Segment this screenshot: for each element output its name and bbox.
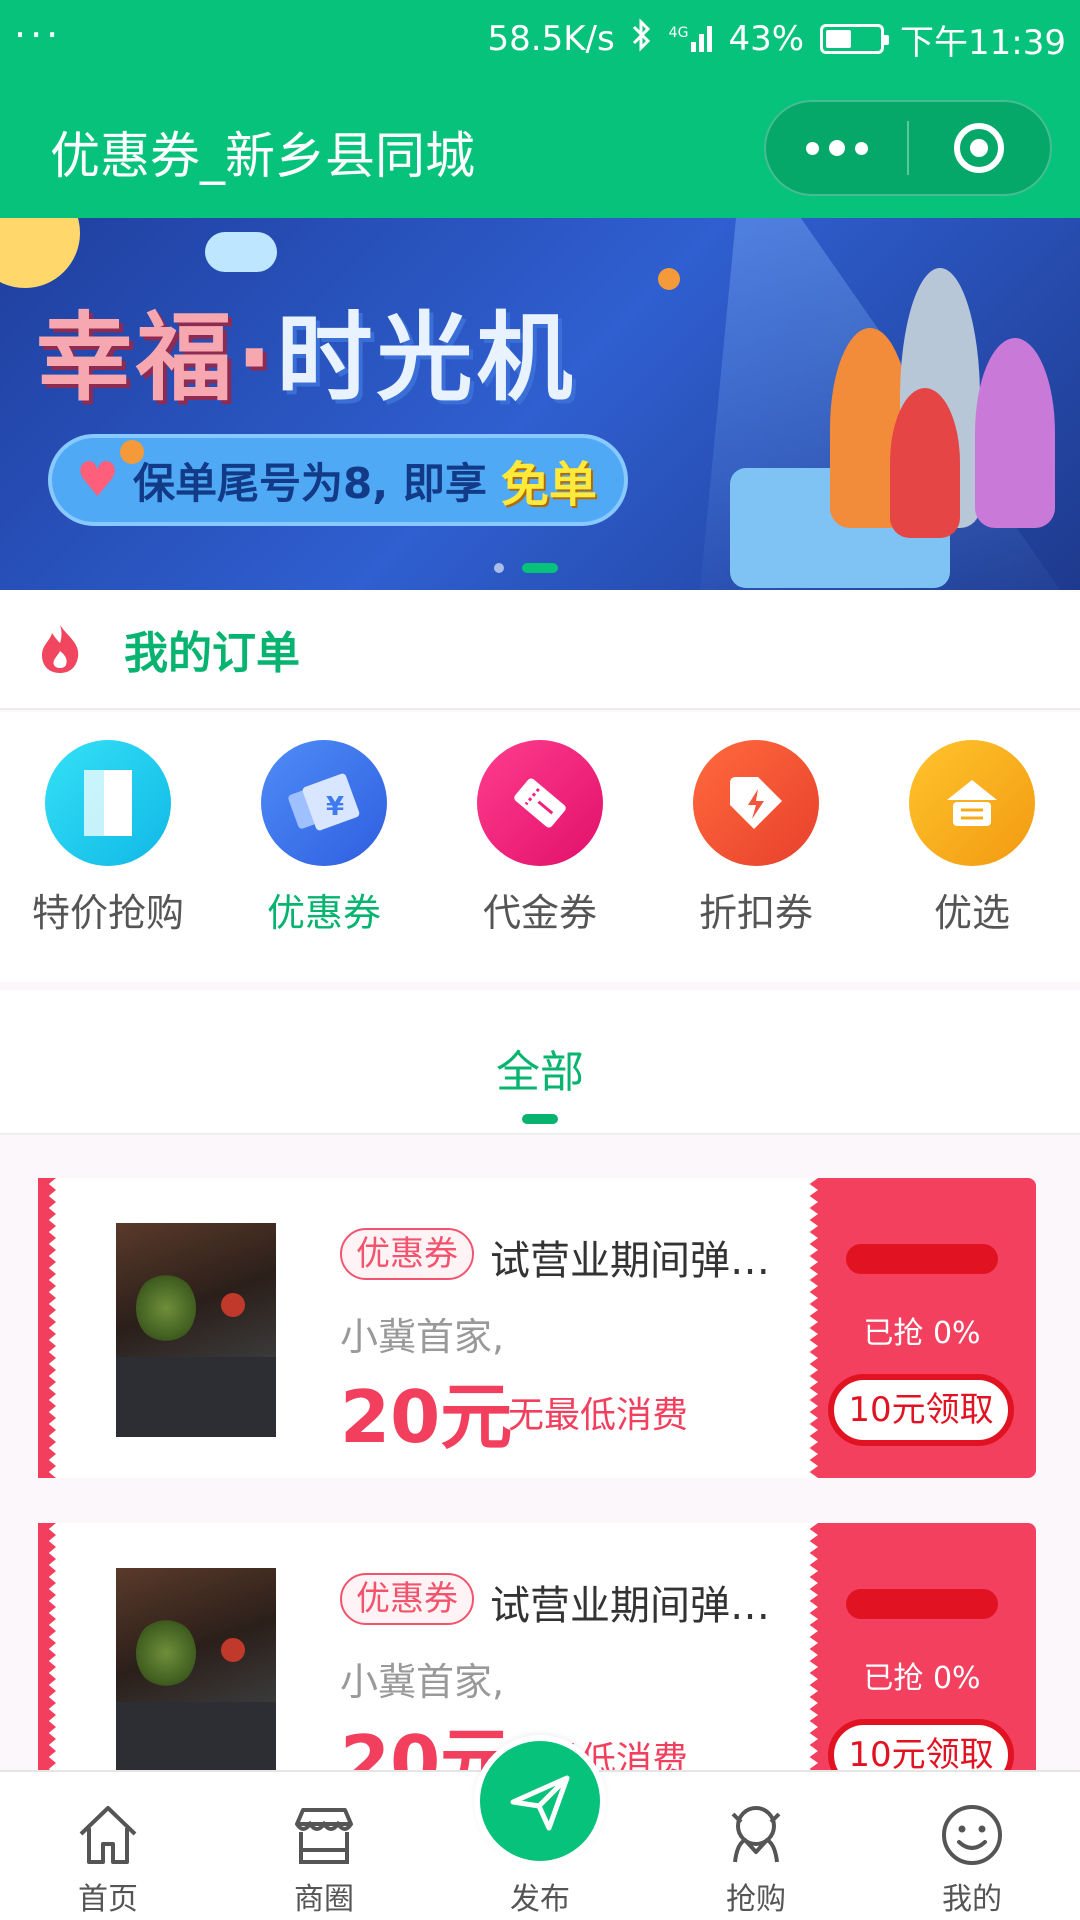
title-bar: 优惠券_新乡县同城	[0, 78, 1080, 218]
battery-level	[826, 30, 852, 48]
close-miniprogram-button[interactable]	[909, 102, 1050, 194]
promo-banner[interactable]: 幸福·时光机 ♥ 保单尾号为8, 即享 免单	[0, 218, 1080, 590]
family-illustration	[830, 258, 1060, 558]
nav-business[interactable]: 商圈	[216, 1772, 432, 1920]
more-menu-button[interactable]	[766, 102, 907, 194]
signal-icon: 4G	[669, 26, 713, 52]
banner-slogan: 保单尾号为8, 即享	[133, 458, 487, 508]
more-dot-icon	[805, 141, 819, 155]
svg-text:¥: ¥	[326, 792, 344, 822]
coupon-shop: 小冀首家,	[340, 1660, 505, 1704]
nav-home[interactable]: 首页	[0, 1772, 216, 1920]
more-dot-icon	[828, 140, 845, 156]
tab-indicator	[522, 1114, 558, 1124]
ticket-yuan-icon: ¥	[261, 740, 387, 866]
lightning-tag-icon	[693, 740, 819, 866]
category-flash-sale[interactable]: 特价抢购	[0, 712, 216, 982]
tab-all[interactable]: 全部	[0, 1036, 1080, 1100]
my-orders-row[interactable]: 我的订单	[0, 590, 1080, 710]
nav-label: 商圈	[294, 1882, 354, 1917]
nav-label: 首页	[78, 1882, 138, 1917]
orb-decoration	[658, 268, 680, 290]
grab-progress-bar	[846, 1244, 998, 1274]
heart-icon: ♥	[76, 452, 120, 508]
category-label: 优惠券	[266, 891, 381, 935]
status-bar: ··· 58.5K/s 4G 43% 下午11:39	[0, 0, 1080, 78]
clock: 下午11:39	[900, 22, 1066, 63]
coupon-condition: 无最低消费	[508, 1395, 689, 1436]
coupon-title: 试营业期间弹…	[490, 1583, 770, 1629]
my-orders-label: 我的订单	[124, 628, 300, 679]
claim-button[interactable]: 10元领取	[828, 1374, 1014, 1446]
category-discount[interactable]: 折扣券	[648, 712, 864, 982]
coupon-value: 20元	[340, 1375, 513, 1459]
banner-headline-left: 幸福·	[36, 302, 277, 414]
grab-icon	[731, 1806, 781, 1863]
category-label: 特价抢购	[31, 891, 184, 935]
bluetooth-icon	[631, 17, 653, 61]
category-selected[interactable]: 优选	[864, 712, 1080, 982]
basket-icon	[909, 740, 1035, 866]
send-icon	[510, 1775, 570, 1831]
coupon-title: 试营业期间弹…	[490, 1238, 770, 1284]
network-speed: 58.5K/s	[487, 19, 615, 59]
coupon-shop: 小冀首家,	[340, 1315, 505, 1359]
nav-label: 发布	[510, 1882, 570, 1917]
battery-icon	[820, 24, 890, 54]
battery-percent: 43%	[728, 19, 805, 59]
coupon-type-badge: 优惠券	[340, 1228, 474, 1280]
nav-label: 抢购	[726, 1882, 786, 1917]
nav-grab[interactable]: 抢购	[648, 1772, 864, 1920]
orb-decoration	[120, 440, 144, 464]
category-voucher[interactable]: 代金券	[432, 712, 648, 982]
grab-progress-bar	[846, 1589, 998, 1619]
cloud-decoration	[205, 232, 277, 272]
coupon-type-badge: 优惠券	[340, 1573, 474, 1625]
banner-headline: 幸福·时光机	[36, 280, 576, 419]
smile-icon	[942, 1805, 1002, 1865]
carousel-dot[interactable]	[494, 563, 504, 573]
publish-button[interactable]	[474, 1735, 606, 1867]
category-label: 代金券	[482, 891, 597, 935]
coupon-thumbnail	[116, 1568, 276, 1782]
miniprogram-capsule	[764, 100, 1052, 196]
moon-decoration	[0, 218, 80, 288]
category-label: 优选	[933, 891, 1010, 935]
voucher-icon	[477, 740, 603, 866]
flame-icon	[38, 623, 82, 675]
carousel-dot-active[interactable]	[522, 563, 558, 573]
coupon-card[interactable]: 优惠券 试营业期间弹… 小冀首家, 20元 无最低消费 已抢 0% 10元领取	[38, 1178, 1036, 1478]
page-title: 优惠券_新乡县同城	[50, 127, 475, 185]
signal-label: 4G	[668, 25, 689, 41]
category-row: 特价抢购 ¥ 优惠券 代金券 折扣券 优选	[0, 712, 1080, 982]
grab-progress-text: 已抢 0%	[863, 1661, 981, 1696]
category-coupon[interactable]: ¥ 优惠券	[216, 712, 432, 982]
banner-slogan-highlight: 免单	[500, 457, 597, 513]
grab-progress-text: 已抢 0%	[863, 1316, 981, 1351]
coupon-thumbnail	[116, 1223, 276, 1437]
more-dot-icon	[854, 141, 868, 155]
target-icon	[954, 123, 1005, 173]
status-dots: ···	[14, 13, 63, 57]
nav-me[interactable]: 我的	[864, 1772, 1080, 1920]
store-icon	[295, 1808, 353, 1864]
banner-headline-right: 时光机	[276, 302, 577, 414]
category-label: 折扣券	[698, 891, 813, 935]
home-icon	[79, 1806, 137, 1864]
book-icon	[45, 740, 171, 866]
nav-label: 我的	[942, 1882, 1002, 1917]
filter-tabs: 全部	[0, 990, 1080, 1135]
